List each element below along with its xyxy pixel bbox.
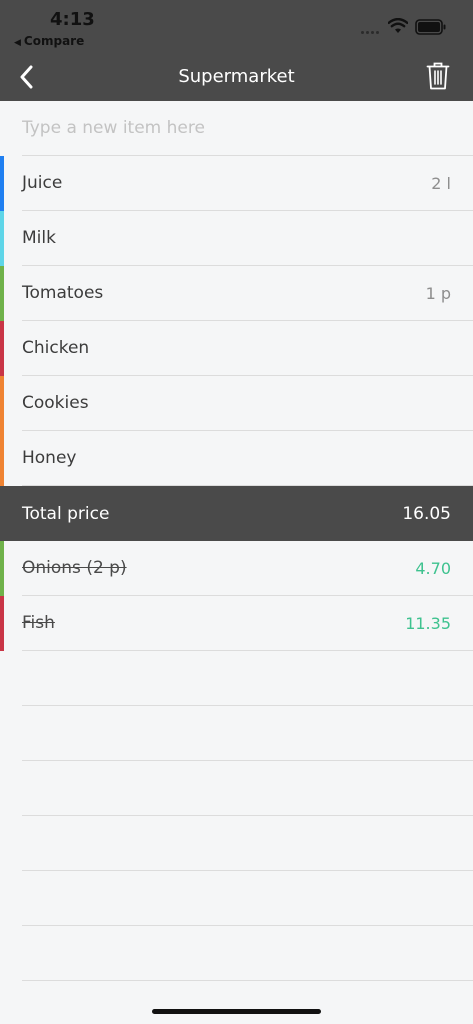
shopping-list: Juice 2 l Milk Tomatoes 1 p Chicken Cookies Hon… (0, 101, 473, 981)
cellular-signal-icon (361, 26, 383, 36)
item-quantity: 2 l (431, 174, 451, 193)
category-color-bar (0, 376, 4, 431)
item-name: Juice (22, 173, 63, 193)
category-color-bar (0, 211, 4, 266)
item-quantity: 1 p (425, 284, 451, 303)
list-item-row[interactable]: Cookies (0, 376, 473, 431)
category-color-bar (0, 596, 4, 651)
category-color-bar (0, 431, 4, 486)
done-item-row[interactable]: Onions (2 p) 4.70 (0, 541, 473, 596)
empty-row (22, 926, 473, 981)
total-price-label: Total price (22, 504, 110, 524)
done-item-row[interactable]: Fish 11.35 (0, 596, 473, 651)
row-content: Milk (22, 211, 473, 266)
item-name: Tomatoes (22, 283, 104, 303)
item-name: Chicken (22, 338, 90, 358)
new-item-row (22, 101, 473, 156)
new-item-input[interactable] (22, 101, 452, 155)
empty-row (22, 651, 473, 706)
home-indicator[interactable] (152, 1009, 321, 1014)
row-content: Juice 2 l (22, 156, 473, 211)
item-name: Fish (22, 613, 55, 633)
empty-row (22, 871, 473, 926)
page-title: Supermarket (178, 66, 295, 87)
battery-icon (415, 19, 446, 35)
empty-row (22, 761, 473, 816)
list-item-row[interactable]: Honey (0, 431, 473, 486)
category-color-bar (0, 266, 4, 321)
list-item-row[interactable]: Juice 2 l (0, 156, 473, 211)
category-color-bar (0, 321, 4, 376)
item-name: Cookies (22, 393, 89, 413)
item-name: Honey (22, 448, 77, 468)
trash-icon (426, 62, 450, 90)
empty-row (22, 706, 473, 761)
row-content: Tomatoes 1 p (22, 266, 473, 321)
done-items: Onions (2 p) 4.70 Fish 11.35 (0, 541, 473, 651)
list-item-row[interactable]: Milk (0, 211, 473, 266)
screen: 4:13 ◀ Compare Supermarket Type a new it… (0, 0, 473, 1024)
wifi-icon (388, 18, 408, 33)
item-name: Milk (22, 228, 56, 248)
category-color-bar (0, 541, 4, 596)
row-content: Cookies (22, 376, 473, 431)
back-to-app-link[interactable]: ◀ Compare (14, 34, 84, 48)
total-price-value: 16.05 (402, 504, 451, 524)
row-content: Fish 11.35 (22, 596, 473, 651)
list-item-row[interactable]: Tomatoes 1 p (0, 266, 473, 321)
category-color-bar (0, 156, 4, 211)
pending-items: Juice 2 l Milk Tomatoes 1 p Chicken Cookies Hon… (0, 156, 473, 486)
row-content: Onions (2 p) 4.70 (22, 541, 473, 596)
item-price: 4.70 (415, 559, 451, 578)
total-price-row: Total price 16.05 (0, 486, 473, 541)
row-content: Chicken (22, 321, 473, 376)
back-triangle-icon: ◀ (14, 38, 21, 48)
back-app-label: Compare (23, 34, 85, 48)
row-content: Honey (22, 431, 473, 486)
list-item-row[interactable]: Chicken (0, 321, 473, 376)
item-name: Onions (2 p) (22, 558, 127, 578)
empty-row (22, 816, 473, 871)
status-time: 4:13 (50, 9, 95, 30)
item-price: 11.35 (405, 614, 451, 633)
header: 4:13 ◀ Compare Supermarket (0, 0, 473, 101)
delete-list-button[interactable] (422, 58, 454, 94)
